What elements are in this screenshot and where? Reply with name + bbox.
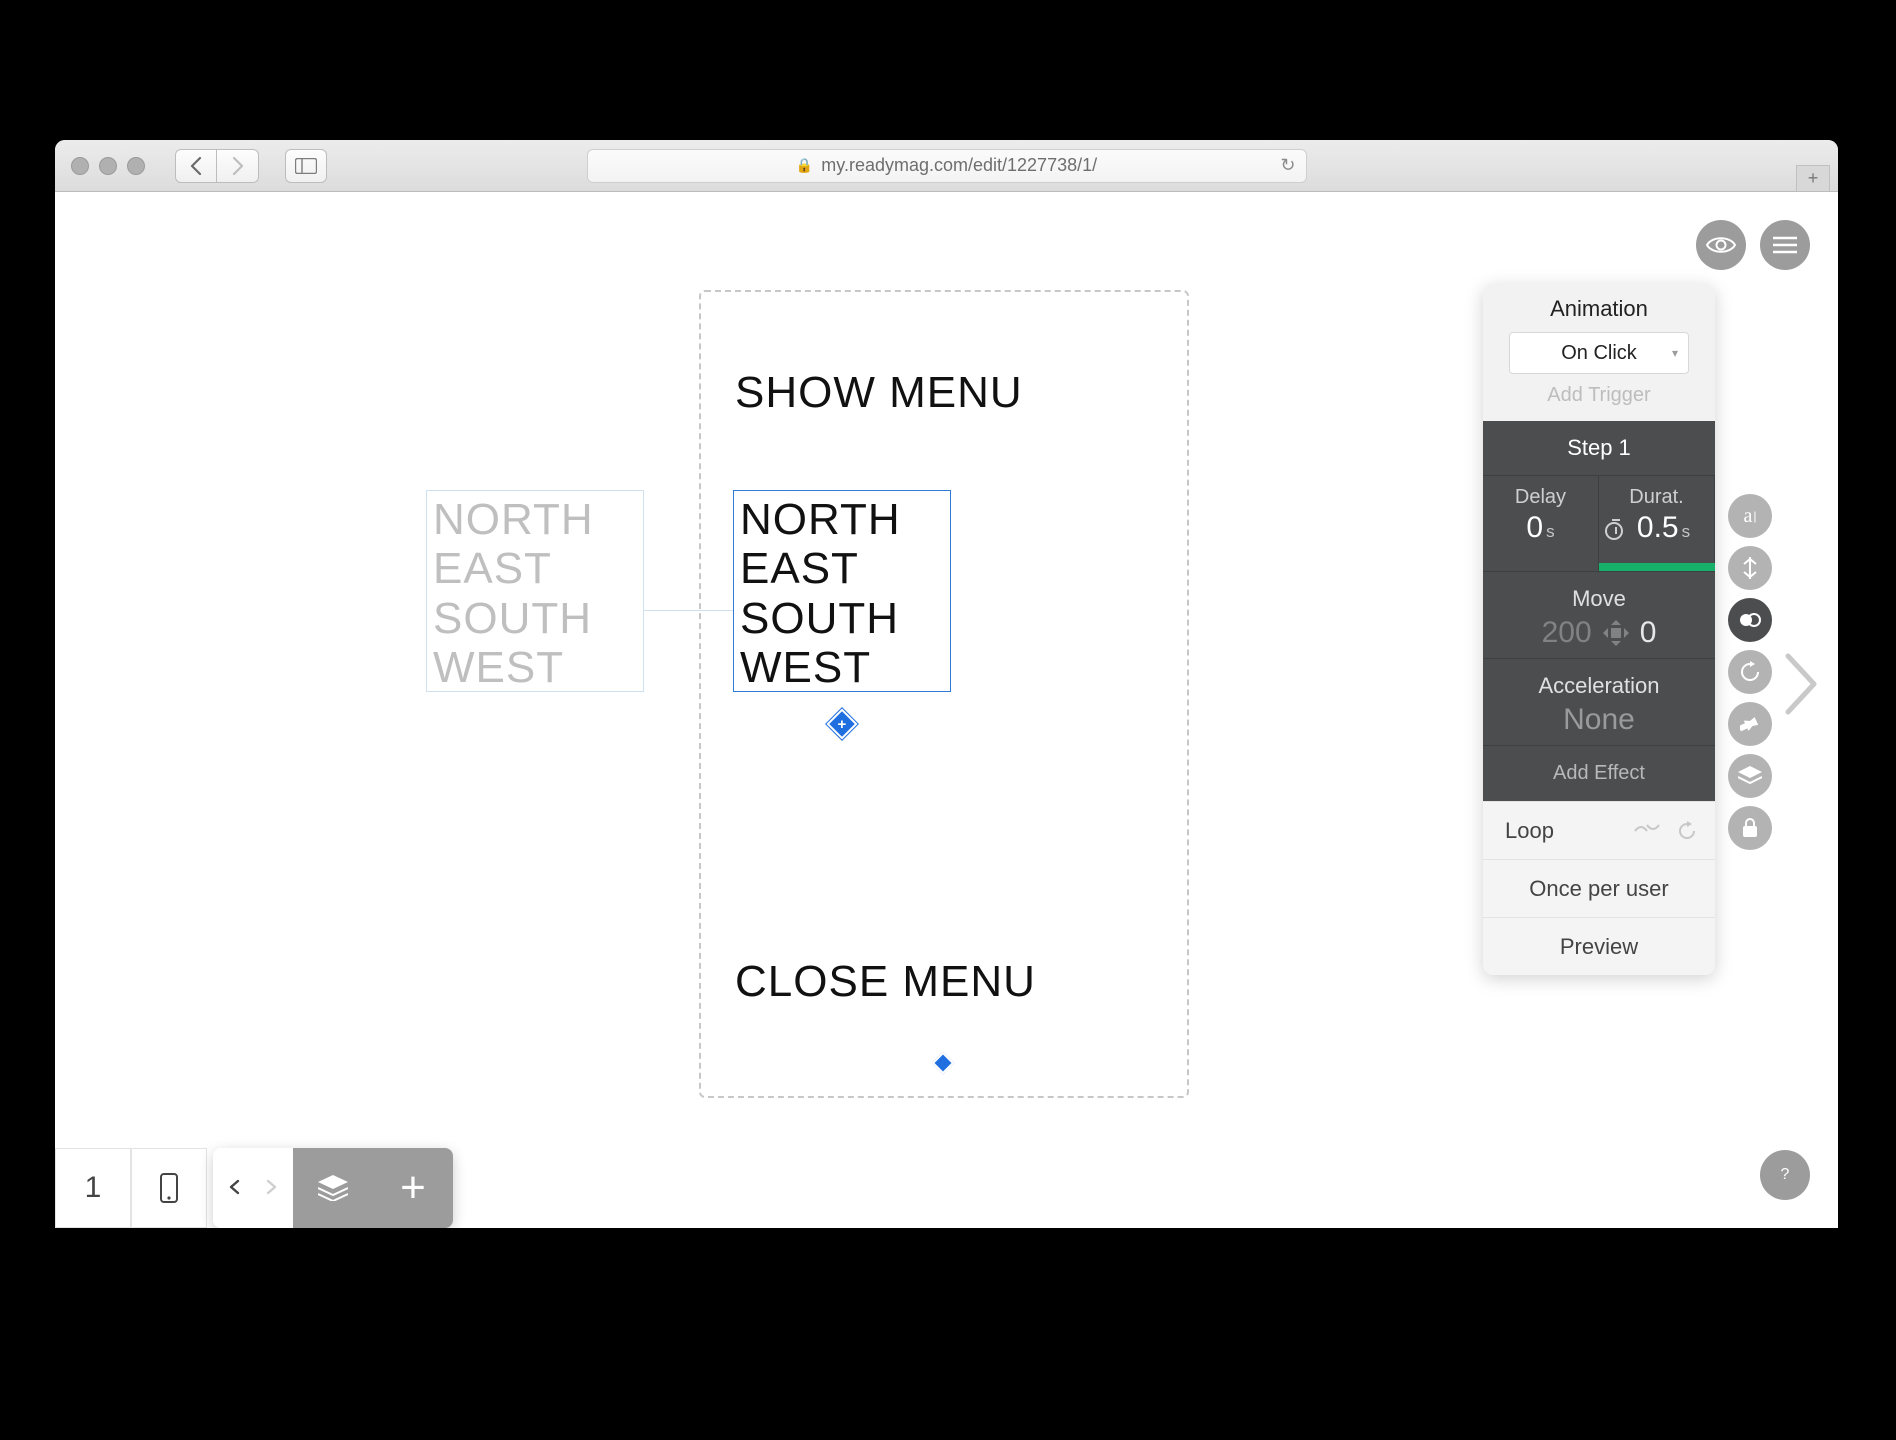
loop-repeat-icon[interactable] <box>1677 821 1697 841</box>
delay-label: Delay <box>1483 486 1598 509</box>
panel-title: Animation <box>1483 284 1715 332</box>
move-x-value: 200 <box>1542 616 1592 650</box>
browser-window: 🔒 my.readymag.com/edit/1227738/1/ ↻ + <box>55 140 1838 1228</box>
rotate-tool-icon[interactable] <box>1728 650 1772 694</box>
move-block[interactable]: Move 200 0 <box>1483 572 1715 659</box>
address-bar[interactable]: 🔒 my.readymag.com/edit/1227738/1/ ↻ <box>587 149 1307 183</box>
widget-tool-rail: a| <box>1728 494 1772 850</box>
page-number: 1 <box>85 1171 102 1205</box>
nav-buttons <box>175 149 259 183</box>
preview-label: Preview <box>1560 934 1638 960</box>
reload-icon[interactable]: ↻ <box>1280 155 1295 176</box>
ghost-item: WEST <box>433 643 637 692</box>
chevron-down-icon: ▾ <box>1672 346 1678 360</box>
acceleration-value: None <box>1483 703 1715 737</box>
canvas-mobile-frame: SHOW MENU CLOSE MENU <box>699 290 1189 1098</box>
menu-item: EAST <box>740 544 944 593</box>
help-label: ? <box>1781 1166 1790 1184</box>
acceleration-block[interactable]: Acceleration None <box>1483 659 1715 746</box>
duration-cell[interactable]: Durat. 0.5s <box>1599 476 1715 571</box>
delay-cell[interactable]: Delay 0s <box>1483 476 1599 571</box>
animation-ghost-origin: NORTH EAST SOUTH WEST <box>426 490 644 692</box>
acceleration-label: Acceleration <box>1483 673 1715 699</box>
next-page-arrow[interactable] <box>1784 652 1818 716</box>
align-tool-icon[interactable] <box>1728 546 1772 590</box>
duration-progress-bar <box>1599 563 1715 571</box>
ghost-item: EAST <box>433 544 637 593</box>
step-title[interactable]: Step 1 <box>1483 421 1715 476</box>
lock-tool-icon[interactable] <box>1728 806 1772 850</box>
add-trigger-button[interactable]: Add Trigger <box>1483 384 1715 421</box>
duration-icon <box>1605 522 1623 540</box>
menu-item: SOUTH <box>740 594 944 643</box>
ghost-item: NORTH <box>433 495 637 544</box>
ghost-item: SOUTH <box>433 594 637 643</box>
animation-panel: Animation On Click ▾ Add Trigger Step 1 … <box>1483 284 1715 975</box>
once-per-user-label: Once per user <box>1529 876 1668 902</box>
pin-tool-icon[interactable] <box>1728 702 1772 746</box>
bottom-toolbar: 1 + <box>55 1148 453 1228</box>
layers-tool-icon[interactable] <box>1728 754 1772 798</box>
help-button[interactable]: ? <box>1760 1150 1810 1200</box>
trigger-select[interactable]: On Click ▾ <box>1509 332 1689 374</box>
back-button[interactable] <box>175 149 217 183</box>
window-traffic-lights <box>71 157 145 175</box>
titlebar: 🔒 my.readymag.com/edit/1227738/1/ ↻ + <box>55 140 1838 192</box>
zoom-window-icon[interactable] <box>127 157 145 175</box>
mobile-icon <box>160 1173 178 1203</box>
duration-value: 0.5 <box>1637 511 1679 544</box>
close-menu-heading[interactable]: CLOSE MENU <box>735 957 1036 1007</box>
layers-button[interactable] <box>293 1148 373 1228</box>
preview-eye-button[interactable] <box>1696 220 1746 270</box>
animation-tool-icon[interactable] <box>1728 598 1772 642</box>
delay-unit: s <box>1546 522 1555 541</box>
duration-label: Durat. <box>1599 486 1714 509</box>
preview-row[interactable]: Preview <box>1483 917 1715 975</box>
forward-button[interactable] <box>217 149 259 183</box>
loop-pingpong-icon[interactable] <box>1633 821 1661 841</box>
move-label: Move <box>1483 586 1715 612</box>
device-switch-cell[interactable] <box>131 1148 207 1228</box>
text-tool-icon[interactable]: a| <box>1728 494 1772 538</box>
selected-text-widget[interactable]: NORTH EAST SOUTH WEST <box>733 490 951 692</box>
add-widget-button[interactable]: + <box>373 1148 453 1228</box>
trigger-value: On Click <box>1561 342 1637 365</box>
once-per-user-row[interactable]: Once per user <box>1483 859 1715 917</box>
loop-row[interactable]: Loop <box>1483 801 1715 859</box>
loop-label: Loop <box>1505 818 1554 844</box>
show-menu-heading[interactable]: SHOW MENU <box>735 368 1023 418</box>
move-arrows-icon <box>1606 623 1626 643</box>
address-url: my.readymag.com/edit/1227738/1/ <box>821 155 1097 176</box>
app-content: SHOW MENU CLOSE MENU NORTH EAST SOUTH WE… <box>55 192 1838 1228</box>
move-y-value: 0 <box>1640 616 1657 650</box>
lock-icon: 🔒 <box>796 157 813 174</box>
close-window-icon[interactable] <box>71 157 89 175</box>
add-effect-button[interactable]: Add Effect <box>1483 746 1715 801</box>
menu-item: NORTH <box>740 495 944 544</box>
new-tab-button[interactable]: + <box>1796 165 1830 191</box>
sidebar-toggle-button[interactable] <box>285 149 327 183</box>
menu-item: WEST <box>740 643 944 692</box>
delay-value: 0 <box>1526 511 1543 544</box>
undo-button[interactable] <box>213 1148 293 1228</box>
animation-path-line <box>644 610 733 611</box>
minimize-window-icon[interactable] <box>99 157 117 175</box>
step-block: Step 1 Delay 0s Durat. 0.5s <box>1483 421 1715 801</box>
duration-unit: s <box>1682 522 1691 541</box>
redo-button-disabled <box>255 1178 277 1198</box>
page-number-cell[interactable]: 1 <box>55 1148 131 1228</box>
hamburger-menu-button[interactable] <box>1760 220 1810 270</box>
